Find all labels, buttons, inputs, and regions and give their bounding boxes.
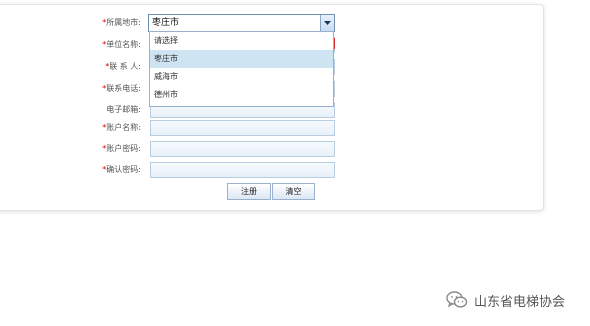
password-row: *账户密码: [0, 140, 590, 157]
password-input[interactable] [150, 141, 335, 157]
register-button[interactable]: 注册 [227, 183, 271, 200]
account-label: *账户名称: [70, 119, 141, 136]
confirm-label-text: 确认密码: [106, 165, 141, 174]
region-select[interactable]: 枣庄市 [148, 14, 335, 32]
region-label-text: 所属地市: [106, 18, 141, 27]
confirm-row: *确认密码: [0, 161, 590, 178]
region-select-value: 枣庄市 [152, 18, 180, 28]
region-option-0[interactable]: 请选择 [150, 32, 333, 50]
account-name-input[interactable] [150, 120, 335, 136]
password-label: *账户密码: [70, 140, 141, 157]
account-label-text: 账户名称: [106, 123, 141, 132]
region-option-3[interactable]: 德州市 [150, 86, 333, 104]
confirm-password-input[interactable] [150, 162, 335, 178]
unit-label: *单位名称: [70, 36, 141, 53]
confirm-label: *确认密码: [70, 161, 141, 178]
contact-label-text: 联 系 人: [109, 62, 141, 71]
contact-label: *联 系 人: [70, 58, 141, 75]
region-label: *所属地市: [70, 14, 141, 31]
email-label: 电子邮箱: [106, 105, 141, 114]
password-label-text: 账户密码: [106, 144, 141, 153]
watermark-text: 山东省电梯协会 [474, 295, 566, 310]
phone-label-text: 联系电话: [106, 84, 141, 93]
clear-button[interactable]: 清空 [272, 183, 315, 200]
chevron-down-icon[interactable] [320, 15, 334, 31]
wechat-icon [446, 291, 468, 308]
region-option-1[interactable]: 枣庄市 [150, 50, 333, 68]
unit-label-text: 单位名称: [106, 40, 141, 49]
region-dropdown: 请选择 枣庄市 威海市 德州市 [149, 31, 334, 107]
phone-label: *联系电话: [70, 80, 141, 97]
account-row: *账户名称: [0, 119, 590, 136]
region-option-2[interactable]: 威海市 [150, 68, 333, 86]
